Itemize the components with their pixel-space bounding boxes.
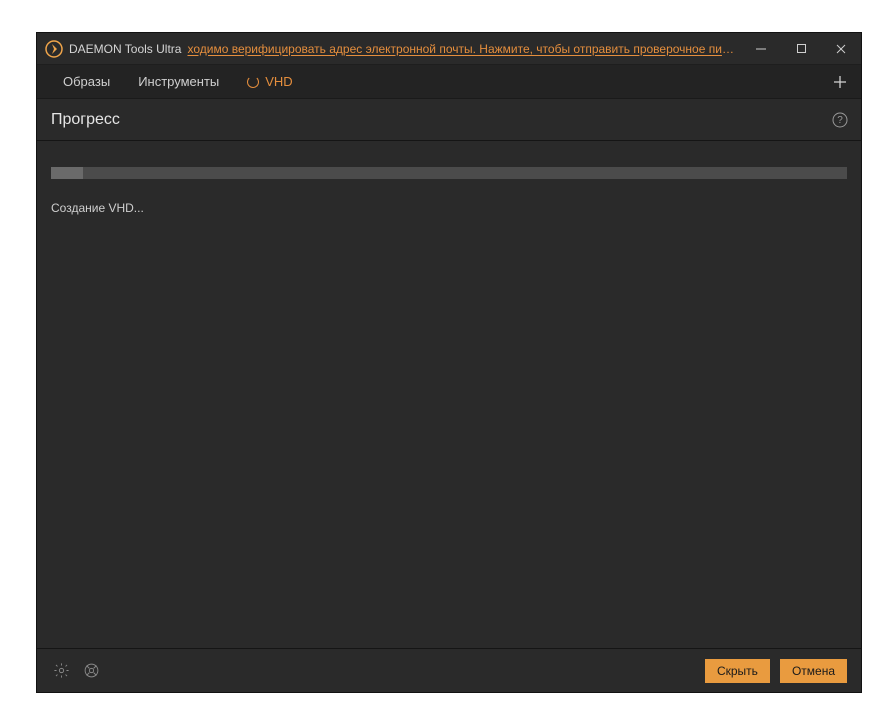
help-icon[interactable]: ? <box>831 111 849 129</box>
tab-label: Инструменты <box>138 74 219 89</box>
window-controls <box>741 33 861 64</box>
tab-label: VHD <box>265 74 292 89</box>
hide-button[interactable]: Скрыть <box>705 659 770 683</box>
footer: Скрыть Отмена <box>37 648 861 692</box>
svg-text:?: ? <box>837 115 843 126</box>
footer-icons <box>51 661 101 681</box>
tab-label: Образы <box>63 74 110 89</box>
tabbar: Образы Инструменты VHD <box>37 65 861 99</box>
app-window: DAEMON Tools Ultra ходимо верифицировать… <box>36 32 862 693</box>
cancel-button[interactable]: Отмена <box>780 659 847 683</box>
tab-vhd[interactable]: VHD <box>233 65 306 98</box>
minimize-button[interactable] <box>741 33 781 64</box>
add-tab-button[interactable] <box>825 67 855 97</box>
app-title: DAEMON Tools Ultra <box>69 42 181 56</box>
loading-spinner-icon <box>247 76 259 88</box>
settings-icon[interactable] <box>51 661 71 681</box>
page-title: Прогресс <box>51 111 120 129</box>
tab-tools[interactable]: Инструменты <box>124 65 233 98</box>
maximize-button[interactable] <box>781 33 821 64</box>
progress-bar <box>51 167 847 179</box>
page-body: Создание VHD... <box>37 141 861 648</box>
progress-fill <box>51 167 83 179</box>
app-logo-icon <box>45 40 63 58</box>
close-button[interactable] <box>821 33 861 64</box>
page-header: Прогресс ? <box>37 99 861 141</box>
titlebar: DAEMON Tools Ultra ходимо верифицировать… <box>37 33 861 65</box>
tab-images[interactable]: Образы <box>49 65 124 98</box>
verification-notice-link[interactable]: ходимо верифицировать адрес электронной … <box>187 42 741 56</box>
status-text: Создание VHD... <box>51 201 847 215</box>
support-icon[interactable] <box>81 661 101 681</box>
